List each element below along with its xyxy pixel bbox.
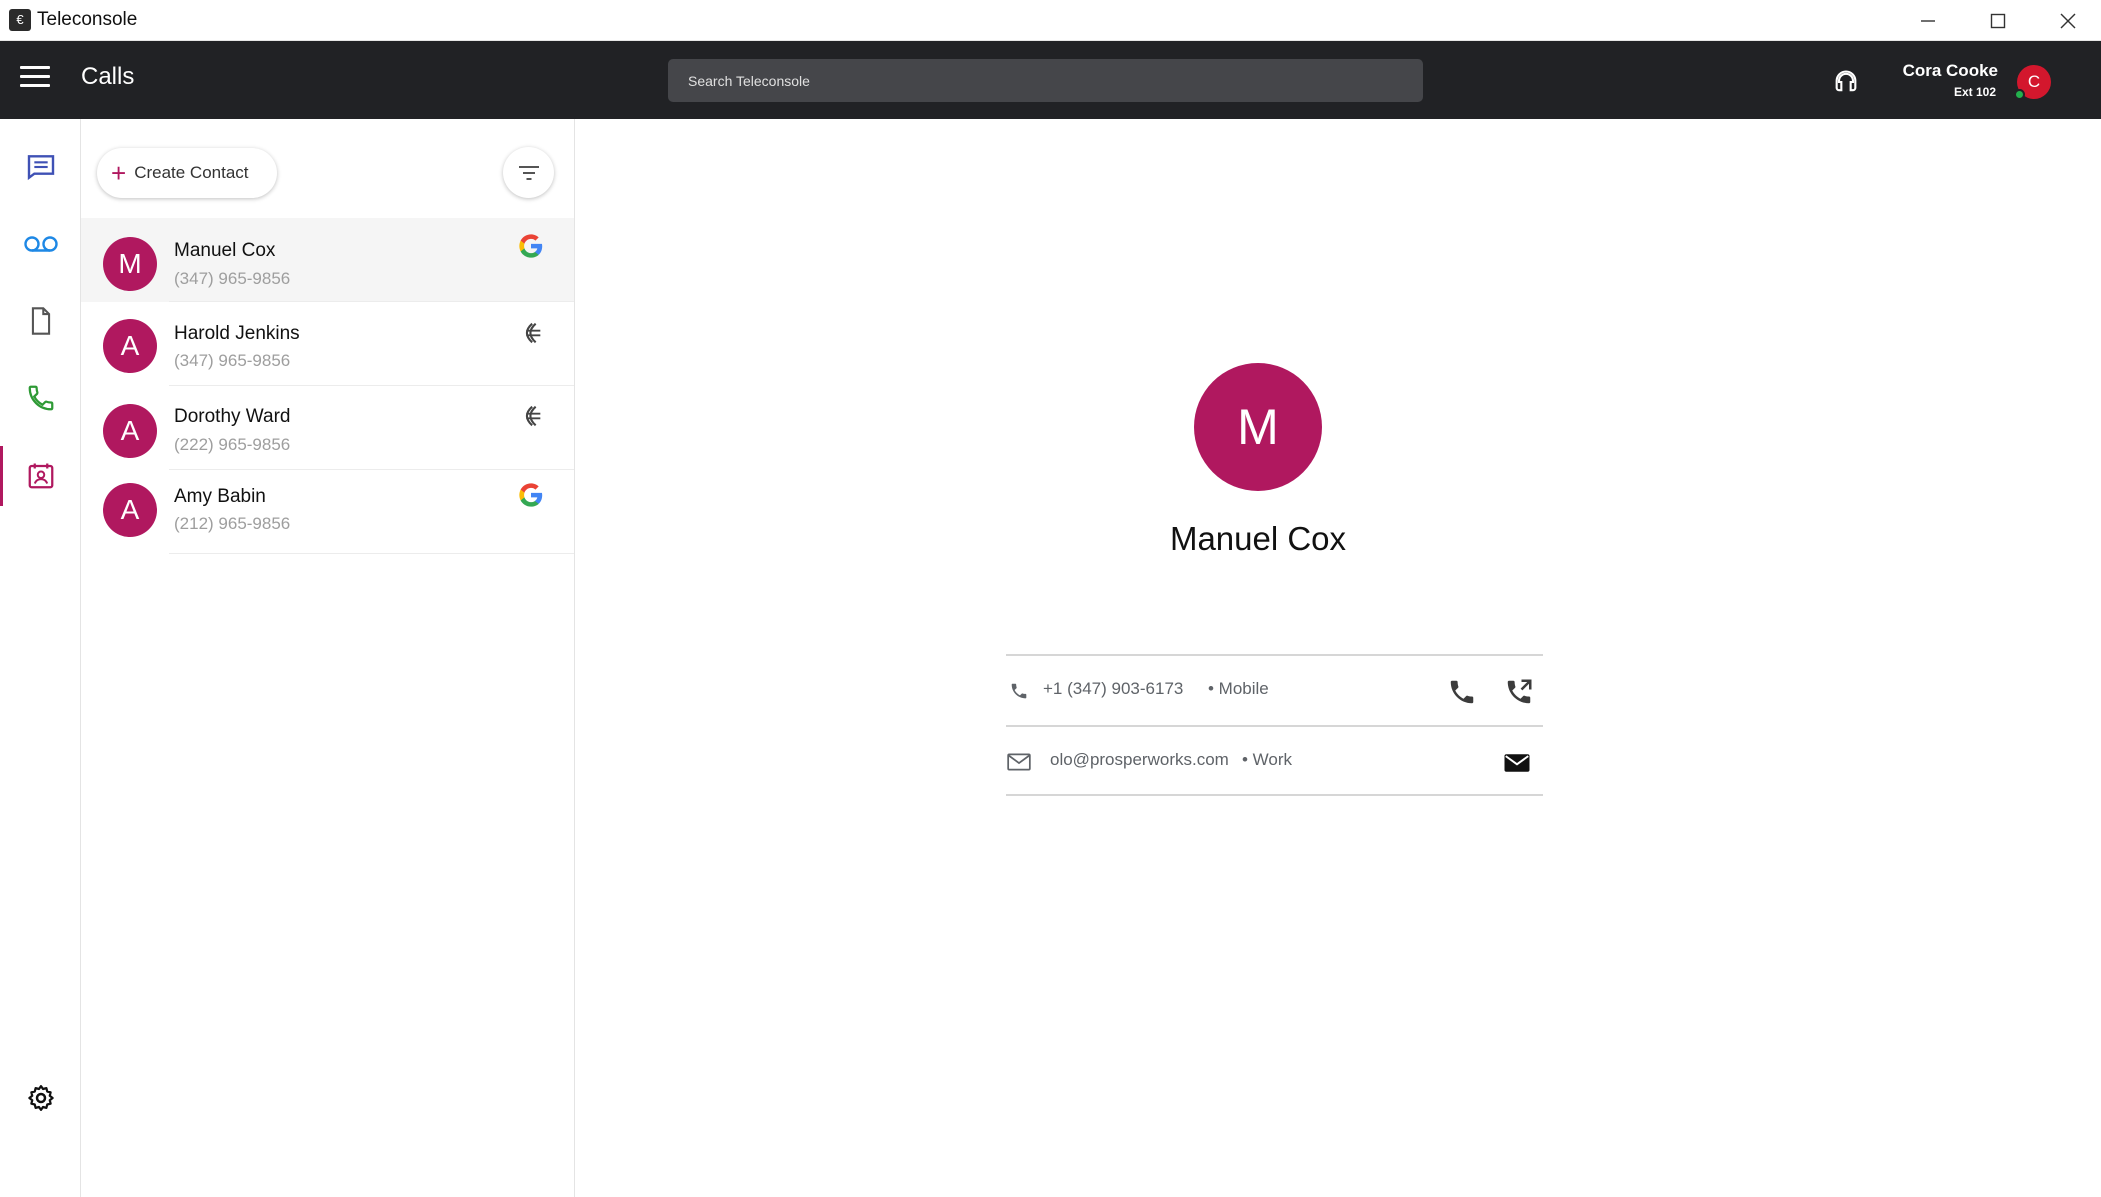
search-input[interactable] — [668, 59, 1423, 102]
contact-avatar: A — [103, 483, 157, 537]
close-button[interactable] — [2033, 0, 2101, 41]
teleconsole-icon — [525, 405, 541, 427]
contact-list-item[interactable]: M Manuel Cox (347) 965-9856 — [81, 218, 574, 302]
contacts-icon — [28, 463, 53, 489]
app-logo-icon: € — [9, 9, 31, 31]
nav-voicemail[interactable] — [0, 214, 81, 274]
window-title: Teleconsole — [37, 9, 138, 30]
phone-icon — [28, 385, 53, 411]
phone-icon — [1011, 683, 1027, 699]
minimize-button[interactable] — [1893, 0, 1963, 41]
app-bar: Calls Cora Cooke Ext 102 C — [0, 41, 2101, 119]
create-contact-button[interactable]: + Create Contact — [97, 148, 277, 198]
headset-icon[interactable] — [1832, 68, 1860, 96]
contact-phone: (347) 965-9856 — [174, 269, 291, 288]
phone-type: • Mobile — [1208, 679, 1269, 698]
maximize-button[interactable] — [1963, 0, 2033, 41]
maximize-icon — [1990, 13, 2006, 28]
plus-icon: + — [111, 158, 127, 188]
contact-avatar: M — [103, 237, 157, 291]
minimize-icon — [1921, 19, 1935, 22]
contact-name: Dorothy Ward — [174, 406, 291, 427]
window-titlebar: € Teleconsole — [0, 0, 2101, 41]
create-contact-label: Create Contact — [134, 163, 249, 182]
send-email-icon[interactable] — [1502, 748, 1532, 778]
contact-phone: (212) 965-9856 — [174, 514, 291, 533]
nav-documents[interactable] — [0, 291, 81, 351]
user-name: Cora Cooke — [1902, 61, 1998, 80]
presence-status-indicator — [2014, 89, 2025, 100]
contact-list-item[interactable]: A Amy Babin (212) 965-9856 — [81, 470, 574, 554]
call-icon[interactable] — [1447, 677, 1477, 707]
phone-info-row: +1 (347) 903-6173 • Mobile — [1006, 654, 1543, 725]
settings-icon — [27, 1085, 54, 1111]
nav-contacts[interactable] — [0, 446, 81, 506]
google-icon — [519, 483, 543, 507]
document-icon — [31, 307, 50, 335]
contact-name: Amy Babin — [174, 486, 266, 507]
contact-name: Harold Jenkins — [174, 323, 300, 344]
voicemail-icon — [23, 236, 58, 252]
detail-avatar: M — [1194, 363, 1322, 491]
teleconsole-icon — [525, 322, 541, 344]
page-title: Calls — [81, 63, 135, 90]
contact-list-item[interactable]: A Harold Jenkins (347) 965-9856 — [81, 302, 574, 386]
call-forward-icon[interactable] — [1504, 677, 1534, 707]
contact-name: Manuel Cox — [174, 240, 276, 261]
close-icon — [2060, 13, 2076, 28]
contact-detail-pane: M Manuel Cox +1 (347) 903-6173 • Mobile … — [575, 119, 2101, 1197]
filter-icon — [518, 165, 539, 180]
phone-number[interactable]: +1 (347) 903-6173 — [1043, 679, 1183, 699]
contact-phone: (347) 965-9856 — [174, 351, 291, 370]
contact-phone: (222) 965-9856 — [174, 435, 291, 454]
email-address[interactable]: olo@prosperworks.com — [1050, 750, 1229, 770]
nav-messages[interactable] — [0, 137, 81, 197]
contact-info-list: +1 (347) 903-6173 • Mobile olo@prosperwo… — [1006, 654, 1543, 796]
nav-calls[interactable] — [0, 368, 81, 428]
contact-list-pane: + Create Contact M Manuel Cox (347) 965-… — [81, 119, 575, 1197]
filter-button[interactable] — [503, 147, 554, 198]
google-icon — [519, 234, 543, 258]
contact-list-item[interactable]: A Dorothy Ward (222) 965-9856 — [81, 386, 574, 470]
detail-contact-name: Manuel Cox — [1169, 520, 1347, 557]
menu-icon[interactable] — [20, 66, 50, 94]
contact-avatar: A — [103, 404, 157, 458]
email-type: • Work — [1242, 750, 1293, 769]
row-divider — [169, 553, 574, 554]
email-icon — [1007, 753, 1031, 771]
nav-rail — [0, 119, 81, 1197]
messages-icon — [27, 155, 54, 181]
user-extension: Ext 102 — [1953, 85, 1996, 99]
contact-avatar: A — [103, 319, 157, 373]
nav-settings[interactable] — [0, 1068, 81, 1128]
email-info-row: olo@prosperworks.com • Work — [1006, 725, 1543, 796]
